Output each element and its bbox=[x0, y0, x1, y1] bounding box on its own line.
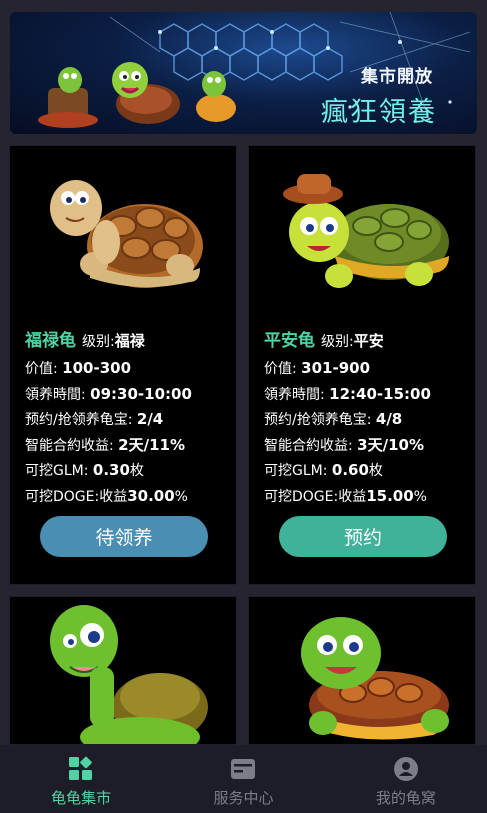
contract-yield-label: 智能合約收益: bbox=[264, 437, 353, 454]
turtle-card-pingan[interactable]: 平安龟 级别:平安 价值: 301-900 領养時間: 12:40-15:00 预… bbox=[248, 145, 476, 585]
adopt-time-label: 領养時間: bbox=[264, 386, 325, 403]
tab-market[interactable]: 龟龟集市 bbox=[0, 745, 162, 813]
promo-banner[interactable]: 集市開放 瘋狂領養 bbox=[10, 12, 477, 134]
service-card-icon bbox=[231, 759, 256, 779]
glm-value: 0.60 bbox=[331, 461, 369, 479]
banner-subheadline: 瘋狂領養 bbox=[321, 97, 437, 128]
adopt-time-value: 09:30-10:00 bbox=[90, 384, 192, 403]
user-profile-icon bbox=[393, 757, 418, 781]
tab-label: 我的龟窝 bbox=[375, 789, 436, 807]
price-value: 100-300 bbox=[62, 359, 132, 377]
level-label: 级别: bbox=[321, 334, 354, 350]
level-value: 平安 bbox=[353, 332, 384, 350]
tab-service-center[interactable]: 服务中心 bbox=[162, 745, 324, 813]
turtle-illustration bbox=[301, 617, 449, 740]
doge-value: 15.00 bbox=[366, 486, 414, 505]
turtle-card-fulu[interactable]: 福禄龟 级别:福禄 价值: 100-300 領养時間: 09:30-10:00 预… bbox=[9, 145, 237, 585]
turtle-illustration bbox=[50, 180, 203, 288]
adopt-time-value: 12:40-15:00 bbox=[329, 384, 431, 403]
turtle-illustration bbox=[50, 605, 208, 744]
reserve-label: 预约/抢领养龟宝: bbox=[264, 412, 372, 428]
glm-unit: 枚 bbox=[129, 463, 144, 479]
turtle-card-4[interactable] bbox=[248, 596, 476, 745]
doge-label: 可挖DOGE:收益 bbox=[25, 488, 128, 505]
contract-yield-value: 3天/10% bbox=[357, 435, 424, 454]
doge-value: 30.00 bbox=[127, 486, 175, 505]
adopt-time-label: 領养時間: bbox=[25, 386, 86, 403]
doge-unit: % bbox=[174, 488, 188, 505]
turtle-card-3[interactable] bbox=[9, 596, 237, 745]
price-label: 价值: bbox=[25, 361, 58, 377]
reserve-button[interactable]: 预约 bbox=[279, 516, 447, 557]
tab-label: 服务中心 bbox=[213, 789, 274, 807]
turtle-illustration bbox=[283, 174, 449, 288]
level-label: 级别: bbox=[82, 334, 115, 350]
level-value: 福禄 bbox=[114, 332, 145, 350]
reserve-label: 预约/抢领养龟宝: bbox=[25, 412, 133, 428]
adopt-button[interactable]: 待领养 bbox=[40, 516, 208, 557]
glm-label: 可挖GLM: bbox=[264, 463, 328, 479]
turtle-name: 福禄龟 bbox=[25, 331, 76, 351]
glm-value: 0.30 bbox=[92, 461, 130, 479]
price-value: 301-900 bbox=[301, 359, 371, 377]
doge-unit: % bbox=[413, 488, 427, 505]
contract-yield-value: 2天/11% bbox=[118, 435, 185, 454]
contract-yield-label: 智能合約收益: bbox=[25, 437, 114, 454]
turtle-name: 平安龟 bbox=[264, 331, 315, 351]
tab-my-nest[interactable]: 我的龟窝 bbox=[325, 745, 487, 813]
banner-headline: 集市開放 bbox=[361, 67, 433, 87]
bottom-tab-bar: 龟龟集市 服务中心 我的龟窝 bbox=[0, 745, 487, 813]
doge-label: 可挖DOGE:收益 bbox=[264, 488, 367, 505]
market-grid-icon bbox=[69, 756, 93, 780]
price-label: 价值: bbox=[264, 361, 297, 377]
tab-label: 龟龟集市 bbox=[51, 789, 112, 807]
reserve-value: 4/8 bbox=[375, 410, 403, 428]
reserve-value: 2/4 bbox=[136, 410, 164, 428]
glm-label: 可挖GLM: bbox=[25, 463, 89, 479]
glm-unit: 枚 bbox=[368, 463, 383, 479]
banner-turtles-graphic bbox=[38, 62, 236, 128]
